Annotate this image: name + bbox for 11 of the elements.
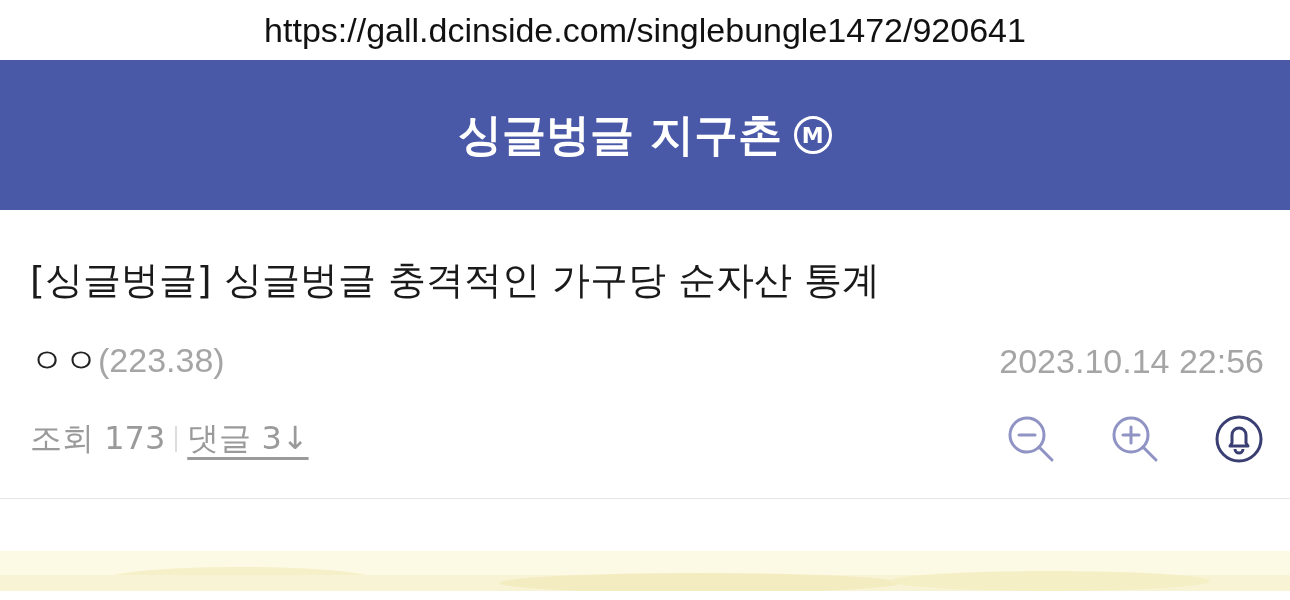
minor-gallery-badge: M [793, 116, 832, 154]
gallery-title[interactable]: 싱글벙글 지구촌 [458, 105, 782, 165]
url-text: https://gall.dcinside.com/singlebungle1472/920641 [264, 10, 1026, 50]
post-title: [싱글벙글] 싱글벙글 충격적인 가구당 순자산 통계 [30, 257, 882, 304]
view-count: 조회 173 [30, 418, 166, 459]
author-ip: (223.38) [98, 341, 225, 379]
bell-icon[interactable] [1214, 414, 1264, 464]
zoom-out-icon[interactable] [1006, 414, 1056, 464]
author-name[interactable]: ㅇㅇ [30, 340, 98, 380]
zoom-in-icon[interactable] [1110, 414, 1160, 464]
post-date: 2023.10.14 22:56 [999, 341, 1264, 381]
